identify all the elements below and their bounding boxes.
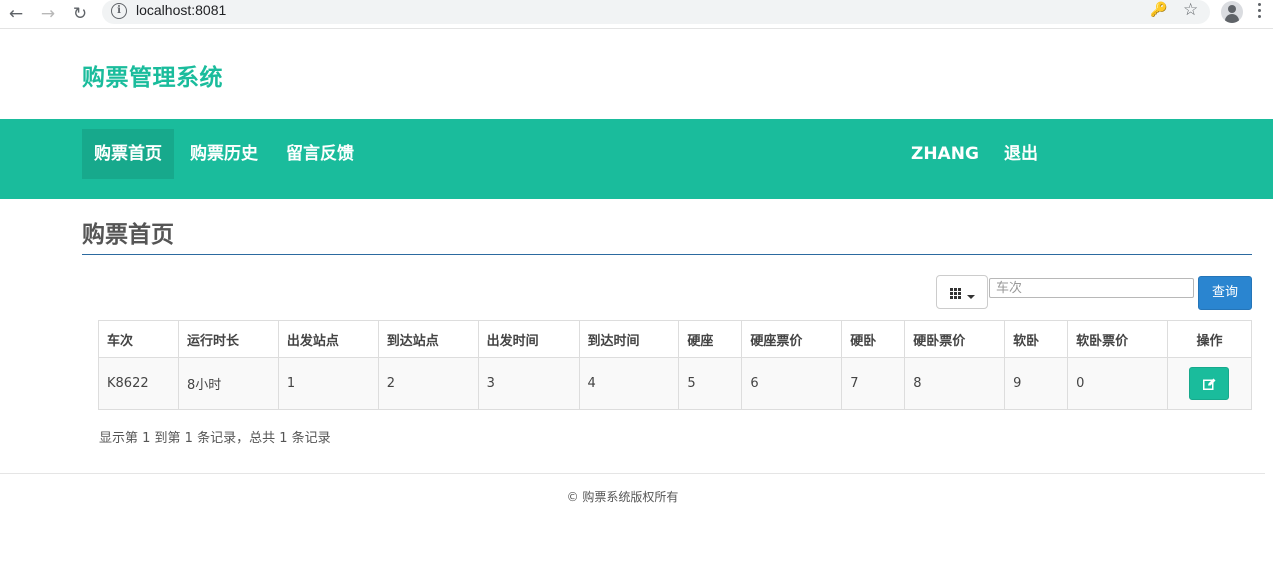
address-bar[interactable]: i localhost:8081 🔑 ☆ bbox=[102, 0, 1210, 24]
cell-hard-seat-price: 6 bbox=[741, 357, 843, 410]
column-header[interactable]: 硬卧票价 bbox=[904, 320, 1006, 358]
table-row: K8622 8小时 1 2 3 4 5 6 7 8 9 0 bbox=[98, 357, 1253, 410]
query-button[interactable]: 查询 bbox=[1198, 276, 1252, 310]
column-header[interactable]: 硬卧 bbox=[841, 320, 906, 358]
edit-icon bbox=[1203, 378, 1216, 390]
profile-avatar-icon[interactable] bbox=[1221, 1, 1243, 23]
main-navbar: 购票首页 购票历史 留言反馈 ZHANG 退出 bbox=[0, 119, 1273, 199]
columns-toggle-button[interactable] bbox=[936, 275, 988, 309]
column-header[interactable]: 软卧 bbox=[1004, 320, 1069, 358]
column-header[interactable]: 硬座 bbox=[678, 320, 743, 358]
footer-divider bbox=[0, 473, 1265, 474]
nav-item-home[interactable]: 购票首页 bbox=[82, 129, 174, 179]
grid-icon bbox=[950, 288, 962, 300]
cell-soft-sleeper-price: 0 bbox=[1067, 357, 1168, 410]
cell-departure-station: 1 bbox=[277, 357, 379, 410]
cell-hard-sleeper-price: 8 bbox=[904, 357, 1006, 410]
cell-hard-seat: 5 bbox=[678, 357, 743, 410]
cell-actions bbox=[1166, 357, 1253, 410]
cell-arrival-time: 4 bbox=[578, 357, 680, 410]
bookmark-star-icon[interactable]: ☆ bbox=[1183, 0, 1198, 20]
page-title: 购票首页 bbox=[82, 222, 174, 248]
nav-item-history[interactable]: 购票历史 bbox=[178, 129, 270, 179]
nav-user-name[interactable]: ZHANG bbox=[899, 129, 991, 179]
browser-toolbar: ← → ↻ i localhost:8081 🔑 ☆ bbox=[0, 0, 1273, 29]
caret-down-icon bbox=[967, 295, 975, 299]
cell-arrival-station: 2 bbox=[377, 357, 479, 410]
site-info-icon[interactable]: i bbox=[111, 3, 127, 19]
column-header[interactable]: 硬座票价 bbox=[741, 320, 843, 358]
nav-logout[interactable]: 退出 bbox=[992, 129, 1050, 179]
cell-hard-sleeper: 7 bbox=[841, 357, 906, 410]
footer-copyright: © 购票系统版权所有 bbox=[566, 490, 679, 504]
column-header[interactable]: 车次 bbox=[98, 320, 179, 358]
column-header[interactable]: 运行时长 bbox=[177, 320, 279, 358]
ticket-table: 车次 运行时长 出发站点 到达站点 出发时间 到达时间 硬座 硬座票价 硬卧 硬… bbox=[98, 320, 1253, 410]
train-number-search-input[interactable] bbox=[989, 278, 1194, 298]
pagination-info: 显示第 1 到第 1 条记录，总共 1 条记录 bbox=[99, 431, 331, 446]
back-arrow-icon[interactable]: ← bbox=[5, 3, 27, 25]
url-text[interactable]: localhost:8081 bbox=[136, 2, 226, 18]
column-header[interactable]: 到达时间 bbox=[578, 320, 680, 358]
browser-menu-icon[interactable] bbox=[1258, 3, 1262, 21]
cell-departure-time: 3 bbox=[477, 357, 580, 410]
edit-button[interactable] bbox=[1189, 367, 1230, 400]
title-divider bbox=[82, 254, 1252, 255]
cell-train-number: K8622 bbox=[98, 357, 179, 410]
forward-arrow-icon[interactable]: → bbox=[37, 3, 59, 25]
nav-item-feedback[interactable]: 留言反馈 bbox=[274, 129, 366, 179]
cell-duration: 8小时 bbox=[177, 357, 279, 410]
cell-soft-sleeper: 9 bbox=[1004, 357, 1069, 410]
key-icon[interactable]: 🔑 bbox=[1150, 2, 1167, 18]
table-header-row: 车次 运行时长 出发站点 到达站点 出发时间 到达时间 硬座 硬座票价 硬卧 硬… bbox=[98, 320, 1253, 358]
site-brand[interactable]: 购票管理系统 bbox=[82, 58, 223, 92]
column-header-actions: 操作 bbox=[1166, 320, 1253, 358]
reload-icon[interactable]: ↻ bbox=[69, 3, 91, 25]
column-header[interactable]: 到达站点 bbox=[377, 320, 479, 358]
column-header[interactable]: 软卧票价 bbox=[1067, 320, 1168, 358]
column-header[interactable]: 出发时间 bbox=[477, 320, 580, 358]
column-header[interactable]: 出发站点 bbox=[277, 320, 379, 358]
